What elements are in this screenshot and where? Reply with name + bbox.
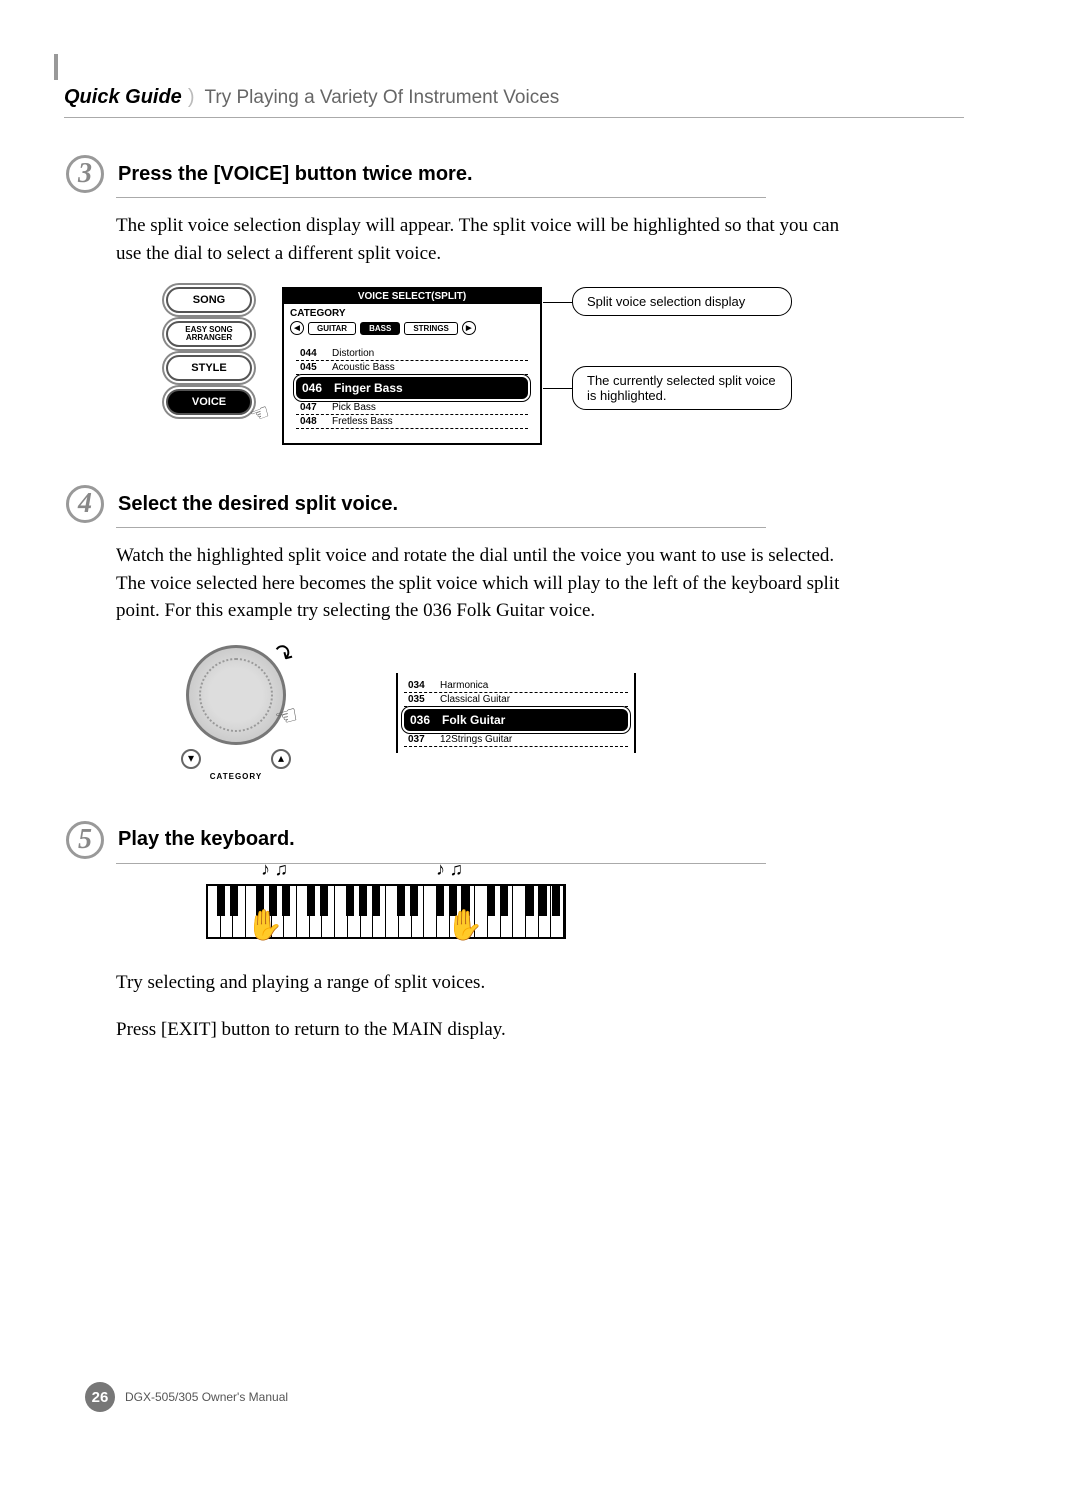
song-button: SONG [166,287,252,313]
music-notes-icon: ♪ ♫ [436,859,463,880]
music-notes-icon: ♪ ♫ [261,859,288,880]
step-3-figure: SONG EASY SONG ARRANGER STYLE VOICE ☜ VO… [166,287,856,445]
lcd-voice-list-mini: 034Harmonica 035Classical Guitar 036Folk… [396,673,636,753]
callout-column: Split voice selection display The curren… [572,287,792,410]
dial-category-buttons: ▾ ▴ [181,749,291,769]
keyboard-figure: ♪ ♫ ♪ ♫ ✋ ✋ [206,884,856,939]
step-5-line2: Press [EXIT] button to return to the MAI… [116,1016,856,1044]
voice-item-selected: 036Folk Guitar [404,709,628,731]
voice-item: 044Distortion [296,347,528,361]
footer-manual-title: DGX-505/305 Owner's Manual [125,1390,288,1404]
category-tab-strings: STRINGS [404,322,458,335]
step-4: 4 Select the desired split voice. Watch … [116,485,856,781]
lcd-voice-list: 044Distortion 045Acoustic Bass 046Finger… [284,337,540,443]
category-up-icon: ▴ [271,749,291,769]
quick-guide-label: Quick Guide [64,86,194,109]
voice-item: 048Fretless Bass [296,415,528,429]
manual-page: Quick Guide Try Playing a Variety Of Ins… [0,0,1080,1492]
step-3-number-badge: 3 [66,155,104,193]
step-4-heading: 4 Select the desired split voice. [116,485,766,528]
step-4-body: Watch the highlighted split voice and ro… [116,542,856,625]
step-5-number-badge: 5 [66,821,104,859]
content-area: 3 Press the [VOICE] button twice more. T… [116,155,856,1084]
header-subtitle: Try Playing a Variety Of Instrument Voic… [204,87,559,109]
page-footer: 26 DGX-505/305 Owner's Manual [85,1382,288,1412]
voice-item: 034Harmonica [404,679,628,693]
step-3: 3 Press the [VOICE] button twice more. T… [116,155,856,445]
callout-split-display: Split voice selection display [572,287,792,316]
pointing-hand-icon: ☜ [271,699,301,734]
lcd-title: VOICE SELECT(SPLIT) [284,289,540,304]
category-right-icon: ► [462,321,476,335]
step-5-line1: Try selecting and playing a range of spl… [116,969,856,997]
style-button: STYLE [166,355,252,381]
dial-wheel: ↷ ☜ [186,645,286,745]
header-accent [54,54,58,80]
step-4-figure: ↷ ☜ ▾ ▴ CATEGORY 034Harmonica 035Classic… [166,645,856,781]
voice-item: 045Acoustic Bass [296,361,528,375]
playing-hand-icon: ✋ [246,908,283,943]
hardware-buttons-panel: SONG EASY SONG ARRANGER STYLE VOICE ☜ [166,287,252,415]
voice-item: 03712Strings Guitar [404,733,628,747]
lcd-voice-select: VOICE SELECT(SPLIT) CATEGORY ◄ GUITAR BA… [282,287,542,445]
page-number: 26 [85,1382,115,1412]
lcd-category-label: CATEGORY [284,304,540,319]
step-5: 5 Play the keyboard. ♪ ♫ ♪ ♫ [116,821,856,1044]
step-5-title: Play the keyboard. [118,828,295,851]
category-tab-guitar: GUITAR [308,322,356,335]
page-header: Quick Guide Try Playing a Variety Of Ins… [64,86,964,118]
voice-item-selected: 046Finger Bass [296,377,528,399]
voice-item: 047Pick Bass [296,401,528,415]
category-left-icon: ◄ [290,321,304,335]
step-3-title: Press the [VOICE] button twice more. [118,163,473,186]
dial-control: ↷ ☜ ▾ ▴ CATEGORY [166,645,306,781]
category-tab-bass: BASS [360,322,400,335]
easy-song-arranger-button: EASY SONG ARRANGER [166,321,252,347]
rotation-arrow-icon: ↷ [267,637,299,672]
voice-item: 035Classical Guitar [404,693,628,707]
step-4-title: Select the desired split voice. [118,493,398,516]
step-5-heading: 5 Play the keyboard. [116,821,766,864]
lcd-category-tabs: ◄ GUITAR BASS STRINGS ► [284,319,540,337]
dial-category-label: CATEGORY [166,772,306,781]
step-3-body: The split voice selection display will a… [116,212,856,267]
pointing-hand-icon: ☜ [246,399,273,430]
step-3-heading: 3 Press the [VOICE] button twice more. [116,155,766,198]
voice-button: VOICE [166,389,252,415]
step-4-number-badge: 4 [66,485,104,523]
playing-hand-icon: ✋ [446,908,483,943]
callout-highlighted-voice: The currently selected split voice is hi… [572,366,792,410]
category-down-icon: ▾ [181,749,201,769]
